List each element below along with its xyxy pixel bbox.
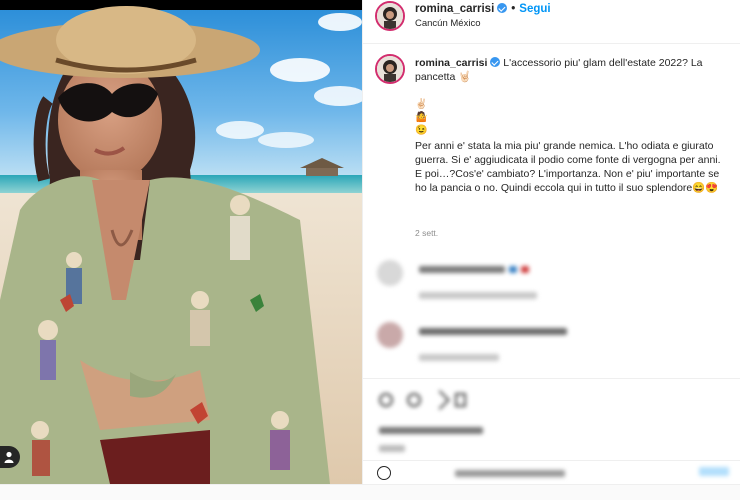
caption-end-emoji: 😄😍 [692,182,719,194]
author-avatar[interactable] [375,1,405,31]
comment-emoji [509,266,517,273]
caption-hand-emoji: 🤘🏻 [458,71,472,83]
caption-emoji-1: ✌🏻 [415,99,428,110]
comment-text [419,328,567,335]
comment-button[interactable] [407,393,421,407]
post-date [379,445,405,452]
comment-meta [419,292,537,299]
author-username[interactable]: romina_carrisi [415,3,494,15]
caption-first-line: romina_carrisi L'accessorio piu' glam de… [415,56,727,84]
separator-dot: • [511,3,516,15]
caption-emoji-3: 😉 [415,125,428,136]
comment-row[interactable] [363,258,740,302]
caption-author-avatar[interactable] [375,54,405,84]
post-header-user: romina_carrisi • Segui [415,3,551,15]
post-photo[interactable] [0,0,362,484]
post-image [0,6,362,484]
caption-text: romina_carrisi L'accessorio piu' glam de… [415,56,727,195]
verified-badge-icon [497,3,508,13]
smiley-icon[interactable] [377,466,391,480]
like-button[interactable] [379,393,393,407]
post-side-panel: romina_carrisi • Segui Cancún México romin… [362,0,740,484]
post-time[interactable]: 2 sett. [415,228,438,238]
post-actions [363,378,740,460]
add-comment-bar[interactable] [363,460,740,484]
location-link[interactable]: Cancún México [415,18,480,29]
comment-row[interactable] [363,320,740,366]
save-button[interactable] [455,393,466,407]
bottom-strip [0,484,740,500]
share-button[interactable] [430,390,450,410]
user-tag-icon [4,451,14,463]
caption-emoji-2: 🤷 [415,112,428,123]
commenter-avatar[interactable] [377,260,403,286]
caption-username[interactable]: romina_carrisi [415,57,487,69]
commenter-avatar[interactable] [377,322,403,348]
follow-button[interactable]: Segui [519,3,550,15]
likes-count[interactable] [379,427,483,434]
caption-body: Per anni e' stata la mia piu' grande nem… [415,140,721,194]
caption-verified-badge-icon [490,57,501,67]
comment-text [419,266,505,273]
caption-paragraph: Per anni e' stata la mia piu' grande nem… [415,139,727,195]
comment-meta [419,354,499,361]
comment-emoji [521,266,529,273]
post-header: romina_carrisi • Segui Cancún México [363,0,740,44]
post-comment-button[interactable] [699,467,729,476]
comment-input[interactable] [455,470,565,477]
